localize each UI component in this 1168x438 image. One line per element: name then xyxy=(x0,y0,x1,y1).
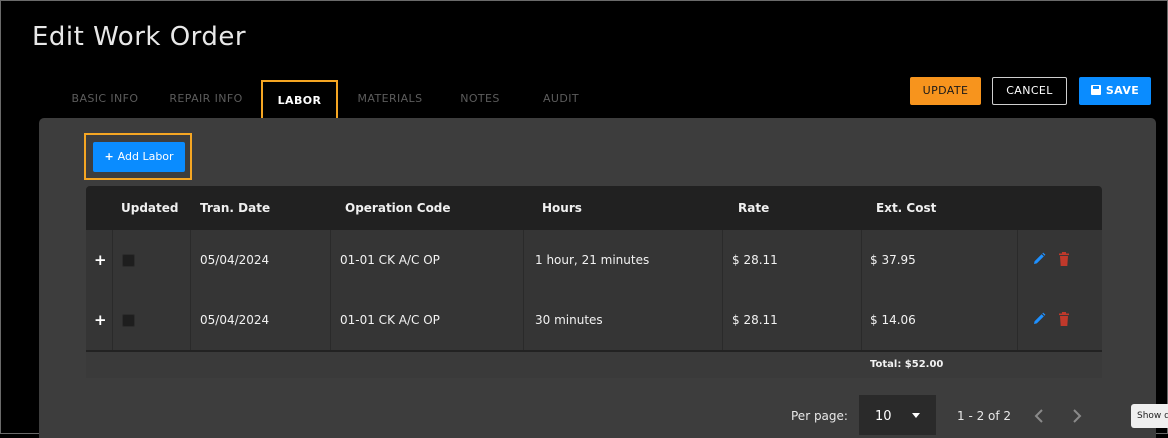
cell-operation-code: 01-01 CK A/C OP xyxy=(340,253,440,267)
chevron-left-icon[interactable] xyxy=(1034,409,1044,423)
tab-labor[interactable]: LABOR xyxy=(261,80,338,120)
save-icon xyxy=(1090,85,1101,95)
cell-hours: 30 minutes xyxy=(535,313,603,327)
tooltip: Show d xyxy=(1131,404,1168,428)
tab-materials[interactable]: MATERIALS xyxy=(354,80,426,120)
cell-operation-code: 01-01 CK A/C OP xyxy=(340,313,440,327)
trash-icon[interactable] xyxy=(1058,312,1070,326)
chevron-right-icon[interactable] xyxy=(1072,409,1082,423)
pagination-range: 1 - 2 of 2 xyxy=(957,409,1012,423)
cell-ext-cost: $ 37.95 xyxy=(870,253,916,267)
page-title: Edit Work Order xyxy=(32,22,247,52)
column-divider xyxy=(1017,290,1018,350)
cell-tran-date: 05/04/2024 xyxy=(200,253,270,267)
update-button[interactable]: UPDATE xyxy=(910,77,981,105)
column-header-updated[interactable]: Updated xyxy=(121,186,179,230)
column-header-ext-cost[interactable]: Ext. Cost xyxy=(876,186,936,230)
column-divider xyxy=(190,290,191,350)
total-cost: Total: $52.00 xyxy=(870,359,944,370)
updated-checkbox[interactable] xyxy=(122,254,135,267)
plus-icon: + xyxy=(104,150,114,163)
column-divider xyxy=(112,230,113,290)
tab-repair-info[interactable]: REPAIR INFO xyxy=(166,80,246,120)
column-header-tran-date[interactable]: Tran. Date xyxy=(200,186,270,230)
pencil-icon[interactable] xyxy=(1032,252,1046,266)
table-row: + 05/04/2024 01-01 CK A/C OP 1 hour, 21 … xyxy=(86,230,1102,290)
tab-audit[interactable]: AUDIT xyxy=(540,80,582,120)
pencil-icon[interactable] xyxy=(1032,312,1046,326)
column-divider xyxy=(523,230,524,290)
column-header-hours[interactable]: Hours xyxy=(542,186,582,230)
add-labor-button[interactable]: + Add Labor xyxy=(93,142,185,172)
cell-ext-cost: $ 14.06 xyxy=(870,313,916,327)
expand-row-button[interactable]: + xyxy=(94,230,107,290)
table-row: + 05/04/2024 01-01 CK A/C OP 30 minutes … xyxy=(86,290,1102,350)
table-footer: Total: $52.00 xyxy=(86,350,1102,378)
cell-tran-date: 05/04/2024 xyxy=(200,313,270,327)
save-button[interactable]: SAVE xyxy=(1079,77,1151,105)
updated-checkbox[interactable] xyxy=(122,314,135,327)
caret-down-icon xyxy=(912,413,920,418)
save-label: SAVE xyxy=(1105,84,1140,97)
column-divider xyxy=(523,290,524,350)
cancel-button[interactable]: CANCEL xyxy=(992,77,1067,105)
per-page-label: Per page: xyxy=(791,409,848,423)
column-divider xyxy=(722,230,723,290)
column-divider xyxy=(722,290,723,350)
column-divider xyxy=(861,290,862,350)
column-header-operation-code[interactable]: Operation Code xyxy=(345,186,451,230)
table-header: Updated Tran. Date Operation Code Hours … xyxy=(86,186,1102,230)
per-page-value: 10 xyxy=(875,409,892,424)
expand-row-button[interactable]: + xyxy=(94,290,107,350)
column-divider xyxy=(1017,230,1018,290)
trash-icon[interactable] xyxy=(1058,252,1070,266)
column-divider xyxy=(330,230,331,290)
column-divider xyxy=(112,290,113,350)
column-divider xyxy=(861,230,862,290)
cell-hours: 1 hour, 21 minutes xyxy=(535,253,650,267)
per-page-select[interactable]: 10 xyxy=(859,395,936,435)
column-divider xyxy=(330,290,331,350)
column-header-rate[interactable]: Rate xyxy=(738,186,769,230)
column-divider xyxy=(190,230,191,290)
add-labor-label: Add Labor xyxy=(117,150,174,163)
tab-basic-info[interactable]: BASIC INFO xyxy=(70,80,140,120)
cell-rate: $ 28.11 xyxy=(732,313,778,327)
cell-rate: $ 28.11 xyxy=(732,253,778,267)
tab-notes[interactable]: NOTES xyxy=(456,80,504,120)
